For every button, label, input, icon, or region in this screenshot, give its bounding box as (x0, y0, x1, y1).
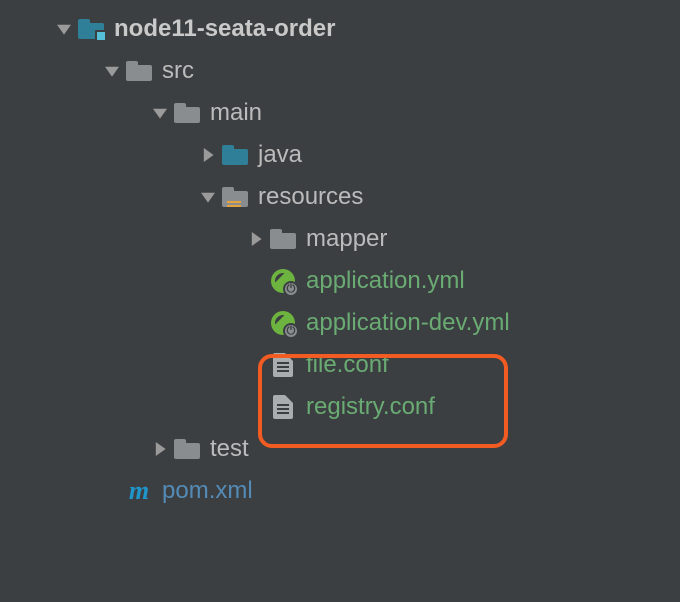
tree-row-src[interactable]: src (0, 50, 680, 92)
folder-icon (172, 103, 202, 123)
tree-label: test (210, 435, 249, 463)
folder-icon (268, 229, 298, 249)
tree-row-registry-conf[interactable]: registry.conf (0, 386, 680, 428)
chevron-right-icon[interactable] (244, 232, 268, 246)
tree-label: application.yml (306, 267, 465, 295)
chevron-down-icon[interactable] (196, 190, 220, 204)
folder-icon (172, 439, 202, 459)
tree-row-root[interactable]: node11-seata-order (0, 8, 680, 50)
tree-label: application-dev.yml (306, 309, 510, 337)
tree-row-application-dev-yml[interactable]: ⏻ application-dev.yml (0, 302, 680, 344)
text-file-icon (268, 395, 298, 419)
tree-row-file-conf[interactable]: file.conf (0, 344, 680, 386)
tree-label: file.conf (306, 351, 389, 379)
tree-row-mapper[interactable]: mapper (0, 218, 680, 260)
chevron-down-icon[interactable] (148, 106, 172, 120)
tree-label: main (210, 99, 262, 127)
spring-config-icon: ⏻ (268, 311, 298, 335)
tree-row-pom-xml[interactable]: m pom.xml (0, 470, 680, 512)
tree-row-main[interactable]: main (0, 92, 680, 134)
chevron-down-icon[interactable] (52, 22, 76, 36)
resources-folder-icon (220, 187, 250, 207)
tree-label: registry.conf (306, 393, 435, 421)
source-folder-icon (220, 145, 250, 165)
chevron-right-icon[interactable] (196, 148, 220, 162)
module-folder-icon (76, 19, 106, 39)
chevron-right-icon[interactable] (148, 442, 172, 456)
maven-icon: m (124, 478, 154, 504)
folder-icon (124, 61, 154, 81)
tree-label: pom.xml (162, 477, 253, 505)
text-file-icon (268, 353, 298, 377)
tree-row-resources[interactable]: resources (0, 176, 680, 218)
tree-label: resources (258, 183, 363, 211)
tree-label: src (162, 57, 194, 85)
tree-row-test[interactable]: test (0, 428, 680, 470)
spring-config-icon: ⏻ (268, 269, 298, 293)
tree-label: mapper (306, 225, 387, 253)
project-tree[interactable]: node11-seata-order src main java res (0, 0, 680, 512)
tree-label: node11-seata-order (114, 15, 335, 43)
chevron-down-icon[interactable] (100, 64, 124, 78)
tree-row-application-yml[interactable]: ⏻ application.yml (0, 260, 680, 302)
tree-label: java (258, 141, 302, 169)
tree-row-java[interactable]: java (0, 134, 680, 176)
